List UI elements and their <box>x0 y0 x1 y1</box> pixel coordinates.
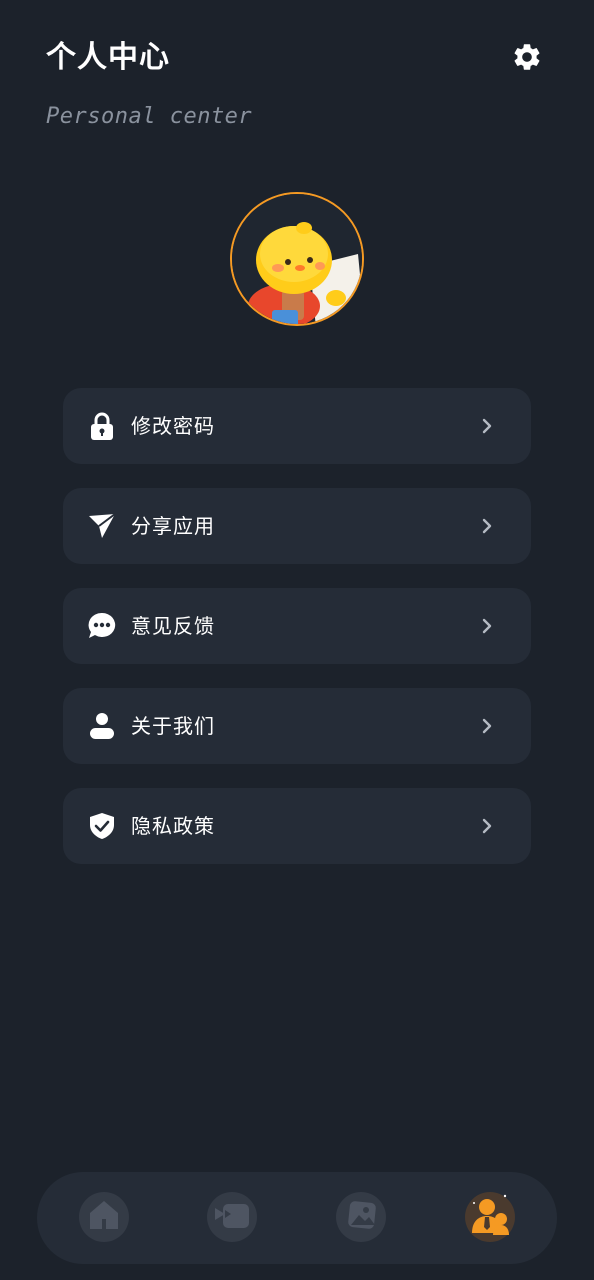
paper-plane-icon <box>88 512 116 540</box>
chick-mascot-avatar <box>232 194 362 324</box>
chevron-right-icon <box>477 416 497 436</box>
menu-item-label: 分享应用 <box>131 514 215 538</box>
menu-item-about-us[interactable]: 关于我们 <box>63 688 531 764</box>
chevron-right-icon <box>477 816 497 836</box>
menu-item-privacy-policy[interactable]: 隐私政策 <box>63 788 531 864</box>
tab-gallery[interactable] <box>336 1192 386 1242</box>
home-icon <box>87 1198 121 1236</box>
page-subtitle: Personal center <box>46 104 253 129</box>
tab-home[interactable] <box>79 1192 129 1242</box>
video-camera-icon <box>214 1199 250 1235</box>
person-icon <box>88 712 116 740</box>
bottom-tab-bar <box>37 1172 557 1264</box>
menu-item-change-password[interactable]: 修改密码 <box>63 388 531 464</box>
menu-item-label: 意见反馈 <box>131 614 215 638</box>
lock-icon <box>88 412 116 440</box>
chevron-right-icon <box>477 616 497 636</box>
menu-item-label: 隐私政策 <box>131 814 215 838</box>
tab-profile[interactable] <box>465 1192 515 1242</box>
shield-check-icon <box>88 812 116 840</box>
tab-video[interactable] <box>207 1192 257 1242</box>
menu-item-feedback[interactable]: 意见反馈 <box>63 588 531 664</box>
image-icon <box>345 1199 377 1235</box>
menu-item-share-app[interactable]: 分享应用 <box>63 488 531 564</box>
menu-item-label: 关于我们 <box>131 714 215 738</box>
chevron-right-icon <box>477 516 497 536</box>
menu-list: 修改密码 分享应用 意见反馈 关于我们 隐私政策 <box>63 388 531 888</box>
chat-bubble-icon <box>88 612 116 640</box>
page-title: 个人中心 <box>46 40 170 75</box>
avatar[interactable] <box>230 192 364 326</box>
user-profile-icon <box>468 1193 512 1241</box>
menu-item-label: 修改密码 <box>131 414 215 438</box>
chevron-right-icon <box>477 716 497 736</box>
gear-icon <box>511 41 543 77</box>
settings-button[interactable] <box>506 38 548 80</box>
